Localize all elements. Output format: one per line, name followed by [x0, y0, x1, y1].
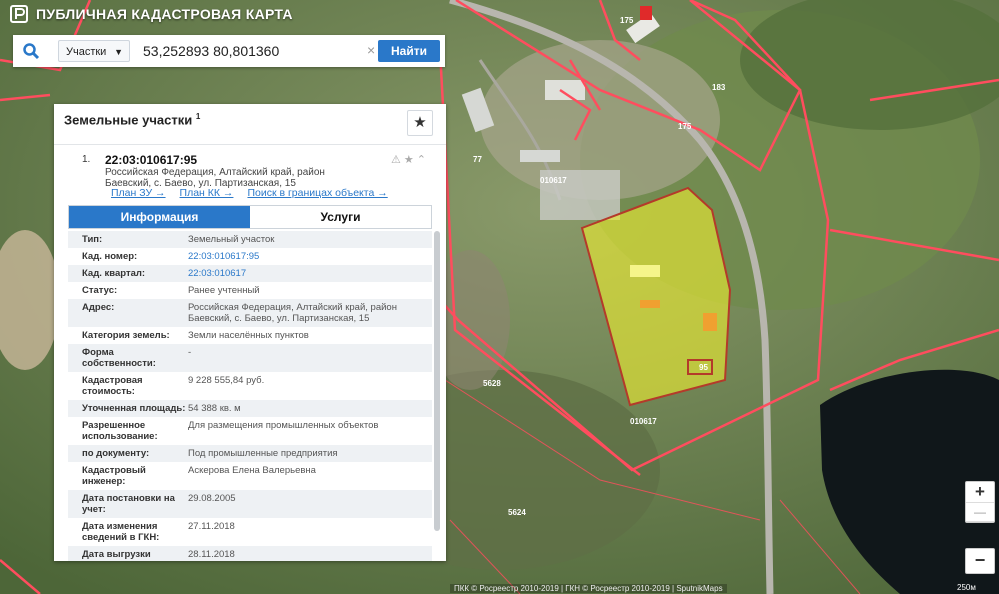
- search-icon[interactable]: [22, 42, 40, 60]
- search-category-label: Участки: [66, 46, 107, 58]
- attribute-value: 9 228 555,84 руб.: [188, 375, 265, 386]
- info-tabs: Информация Услуги: [68, 205, 432, 229]
- results-count: 1: [195, 112, 201, 121]
- table-row: Кадастровая стоимость: 9 228 555,84 руб.: [68, 372, 432, 400]
- map-label: 77: [473, 155, 482, 164]
- divider: [54, 144, 446, 145]
- attribute-key: Кадастровая стоимость:: [82, 375, 143, 397]
- table-row: Статус: Ранее учтенный: [68, 282, 432, 299]
- attribute-value: 29.08.2005: [188, 493, 236, 504]
- result-cad-number: 22:03:010617:95: [105, 153, 198, 167]
- table-row: Разрешенное использование: Для размещения…: [68, 417, 432, 445]
- attribute-value: 27.11.2018: [188, 521, 235, 532]
- rosreestr-logo-icon: [10, 5, 28, 23]
- attributes-table: Тип: Земельный участок Кад. номер: 22:03:01…: [68, 231, 432, 561]
- search-bar: Участки ▼ × Найти: [13, 35, 445, 67]
- results-title-text: Земельные участки: [64, 112, 193, 128]
- attribute-value: Российская Федерация, Алтайский край, ра…: [188, 302, 397, 324]
- attribute-key: Кад. квартал:: [82, 268, 146, 279]
- results-card: Земельные участки 1 ★ 1. 22:03:010617:95…: [54, 104, 446, 561]
- result-links: План ЗУ → План КК → Поиск в границах объ…: [111, 187, 388, 199]
- tab-info[interactable]: Информация: [69, 206, 250, 228]
- result-number: 1.: [82, 154, 91, 165]
- attribute-key: Кадастровый инженер:: [82, 465, 146, 487]
- app-header: ПУБЛИЧНАЯ КАДАСТРОВАЯ КАРТА: [10, 5, 293, 23]
- table-row: Форма собственности: -: [68, 344, 432, 372]
- attribute-value: 54 388 кв. м: [188, 403, 241, 414]
- table-row: Дата выгрузки сведений из ГКН: 28.11.2018: [68, 546, 432, 561]
- plan-kk-link[interactable]: План КК →: [180, 187, 234, 199]
- scrollbar[interactable]: [434, 231, 440, 531]
- map-label: 175: [620, 16, 634, 25]
- attribute-key: Уточненная площадь:: [82, 403, 186, 414]
- attribute-value[interactable]: 22:03:010617:95: [188, 251, 414, 262]
- attribute-key: по документу:: [82, 448, 150, 459]
- attribute-value: Под промышленные предприятия: [188, 448, 338, 459]
- map-label: 175: [678, 122, 692, 131]
- plan-zu-link[interactable]: План ЗУ →: [111, 187, 166, 199]
- table-row: Уточненная площадь: 54 388 кв. м: [68, 400, 432, 417]
- attribute-key: Тип:: [82, 234, 103, 245]
- map-scale: 250м: [957, 583, 976, 592]
- result-address: Российская Федерация, Алтайский край, ра…: [105, 167, 325, 189]
- search-within-link[interactable]: Поиск в границах объекта →: [247, 187, 387, 199]
- attribute-key: Разрешенное использование:: [82, 420, 158, 442]
- attribute-key: Кад. номер:: [82, 251, 138, 262]
- table-row: Адрес: Российская Федерация, Алтайский кр…: [68, 299, 432, 327]
- table-row: Кад. квартал: 22:03:010617: [68, 265, 432, 282]
- search-category-select[interactable]: Участки ▼: [58, 40, 130, 62]
- map-label: 010617: [540, 176, 567, 185]
- attribute-value: -: [188, 347, 192, 358]
- app-title: ПУБЛИЧНАЯ КАДАСТРОВАЯ КАРТА: [36, 6, 293, 22]
- attribute-value[interactable]: 22:03:010617: [188, 268, 414, 279]
- zoom-control: + —: [965, 481, 995, 523]
- find-button[interactable]: Найти: [378, 40, 440, 62]
- attribute-value: Ранее учтенный: [188, 285, 260, 296]
- attribute-key: Дата постановки на учет:: [82, 493, 175, 515]
- attribute-value: Для размещения промышленных объектов: [188, 420, 379, 431]
- zoom-in-button[interactable]: +: [966, 482, 994, 502]
- attribute-value: Земельный участок: [188, 234, 275, 245]
- table-row: Дата изменения сведений в ГКН: 27.11.2018: [68, 518, 432, 546]
- search-input[interactable]: [137, 40, 384, 62]
- clear-icon[interactable]: ×: [367, 42, 375, 58]
- table-row: Категория земель: Земли населённых пункто…: [68, 327, 432, 344]
- results-title: Земельные участки 1: [64, 112, 200, 127]
- table-row: по документу: Под промышленные предприяти…: [68, 445, 432, 462]
- map-copyright: ПКК © Росреестр 2010-2019 | ГКН © Росрее…: [450, 584, 727, 593]
- attribute-key: Адрес:: [82, 302, 115, 313]
- map-label: 5628: [483, 379, 501, 388]
- map-label: 5624: [508, 508, 526, 517]
- map-label: 183: [712, 83, 726, 92]
- table-row: Тип: Земельный участок: [68, 231, 432, 248]
- attribute-key: Категория земель:: [82, 330, 170, 341]
- attribute-key: Дата выгрузки сведений из ГКН:: [82, 549, 164, 561]
- attribute-key: Дата изменения сведений в ГКН:: [82, 521, 160, 543]
- attribute-value: Земли населённых пунктов: [188, 330, 309, 341]
- attribute-key: Статус:: [82, 285, 118, 296]
- result-action-icons[interactable]: ⚠★⌃: [391, 153, 429, 166]
- map-label: 010617: [630, 417, 657, 426]
- map-label: 95: [699, 363, 708, 372]
- chevron-down-icon: ▼: [114, 47, 123, 57]
- table-row: Дата постановки на учет: 29.08.2005: [68, 490, 432, 518]
- zoom-level-indicator: —: [966, 502, 994, 522]
- attribute-value: 28.11.2018: [188, 549, 235, 560]
- table-row: Кад. номер: 22:03:010617:95: [68, 248, 432, 265]
- attribute-value: Аскерова Елена Валерьевна: [188, 465, 316, 476]
- tab-services[interactable]: Услуги: [250, 206, 431, 228]
- table-row: Кадастровый инженер: Аскерова Елена Валер…: [68, 462, 432, 490]
- attribute-key: Форма собственности:: [82, 347, 156, 369]
- favorite-star-button[interactable]: ★: [407, 110, 433, 136]
- zoom-out-button[interactable]: −: [965, 548, 995, 574]
